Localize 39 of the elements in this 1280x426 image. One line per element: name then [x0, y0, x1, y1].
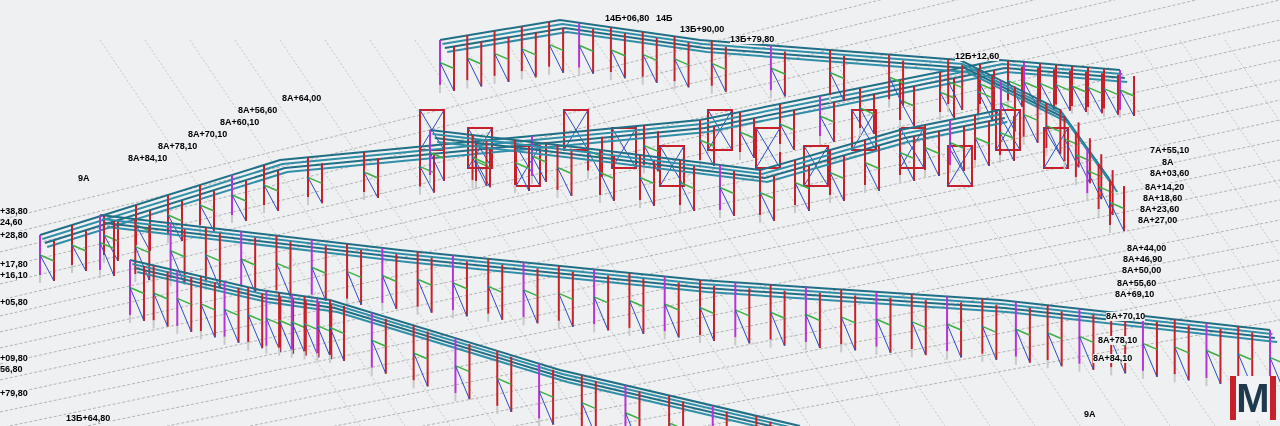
- grid-axis-label: +17,80: [0, 260, 28, 269]
- grid-axis-label: 8A+70,10: [1106, 312, 1146, 321]
- grid-axis-label: +09,80: [0, 354, 28, 363]
- grid-axis-label: +05,80: [0, 298, 28, 307]
- grid-axis-label: 8A+56,60: [238, 106, 278, 115]
- grid-axis-label: 9A: [1084, 410, 1096, 419]
- grid-axis-label: 8A+46,90: [1123, 255, 1163, 264]
- grid-axis-label: 24,60: [0, 218, 23, 227]
- grid-axis-label: 8A+03,60: [1150, 169, 1190, 178]
- brand-logo: M: [1230, 376, 1276, 420]
- grid-axis-label: 8A+84,10: [1093, 354, 1133, 363]
- grid-axis-label: 8A+70,10: [188, 130, 228, 139]
- grid-axis-label: 8A+84,10: [128, 154, 168, 163]
- grid-axis-label: 13Б+90,00: [680, 25, 725, 34]
- grid-axis-label: +16,10: [0, 271, 28, 280]
- grid-axis-label: 7A+55,10: [1150, 146, 1190, 155]
- grid-axis-label: 13Б+64,80: [66, 414, 111, 423]
- grid-axis-label: 14Б+06,80: [605, 14, 650, 23]
- grid-axis-label: 8A+44,00: [1127, 244, 1167, 253]
- grid-axis-label: 8A+27,00: [1138, 216, 1178, 225]
- grid-axis-label: 8A+14,20: [1145, 183, 1185, 192]
- grid-axis-label: 8A+60,10: [220, 118, 260, 127]
- grid-axis-label: 8A: [1162, 158, 1174, 167]
- grid-axis-label: 14Б: [656, 14, 673, 23]
- grid-axis-label: 8A+23,60: [1140, 205, 1180, 214]
- grid-axis-label: 13Б+79,80: [730, 35, 775, 44]
- grid-axis-label: 8A+69,10: [1115, 290, 1155, 299]
- grid-axis-label: 9A: [78, 174, 90, 183]
- grid-axis-label: +38,80: [0, 207, 28, 216]
- grid-axis-label: +79,80: [0, 389, 28, 398]
- grid-axis-label: 8A+18,60: [1143, 194, 1183, 203]
- grid-axis-label: 8A+78,10: [158, 142, 198, 151]
- grid-axis-label: 8A+78,10: [1098, 336, 1138, 345]
- grid-axis-label: +28,80: [0, 231, 28, 240]
- grid-axis-label: 56,80: [0, 365, 23, 374]
- grid-axis-label: 8A+55,60: [1117, 279, 1157, 288]
- grid-axis-label: 8A+50,00: [1122, 266, 1162, 275]
- grid-axis-label: 8A+64,00: [282, 94, 322, 103]
- grid-axis-label: 12Б+12,60: [955, 52, 1000, 61]
